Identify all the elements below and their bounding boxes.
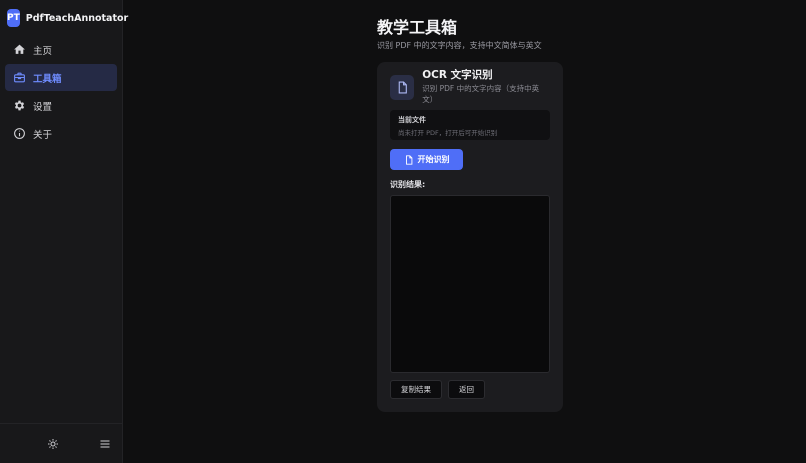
page-subtitle: 识别 PDF 中的文字内容，支持中文简体与英文 [377, 41, 542, 50]
sidebar-item-about[interactable]: 关于 [5, 120, 117, 147]
sun-icon[interactable] [46, 437, 60, 451]
start-ocr-label: 开始识别 [417, 155, 450, 164]
sidebar-nav: 主页 工具箱 设置 关于 [0, 36, 122, 148]
page-header: 教学工具箱 识别 PDF 中的文字内容，支持中文简体与英文 [377, 18, 542, 51]
brand-name: PdfTeachAnnotator [25, 12, 129, 24]
current-file-hint: 尚未打开 PDF，打开后可开始识别 [398, 129, 498, 137]
current-file-label: 当前文件 [398, 116, 426, 124]
sidebar-item-label: 主页 [33, 45, 53, 57]
result-label: 识别结果: [390, 180, 426, 189]
start-ocr-button[interactable]: 开始识别 [390, 149, 463, 170]
sidebar-item-label: 设置 [33, 101, 53, 113]
menu-icon[interactable] [98, 437, 112, 451]
sidebar-item-toolbox[interactable]: 工具箱 [5, 64, 117, 91]
current-file-panel: 当前文件 尚未打开 PDF，打开后可开始识别 [390, 110, 550, 140]
toolbox-icon [12, 71, 26, 85]
page-title: 教学工具箱 [377, 18, 458, 37]
card-title: OCR 文字识别 [422, 69, 493, 81]
sidebar-item-label: 关于 [33, 129, 53, 141]
info-icon [12, 127, 26, 141]
app-window: PT PdfTeachAnnotator 主页 工具箱 设置 关于 教学工具箱 … [0, 0, 806, 463]
sidebar-footer [0, 423, 122, 463]
copy-result-button[interactable]: 复制结果 [390, 380, 442, 399]
card-actions: 复制结果 返回 [390, 380, 550, 399]
back-button[interactable]: 返回 [448, 380, 485, 399]
card-header: OCR 文字识别 识别 PDF 中的文字内容（支持中英文） [390, 69, 550, 104]
main-content: 教学工具箱 识别 PDF 中的文字内容，支持中文简体与英文 OCR 文字识别 识… [123, 0, 806, 463]
gear-icon [12, 99, 26, 113]
card-description: 识别 PDF 中的文字内容（支持中英文） [422, 84, 540, 104]
result-textarea[interactable] [390, 195, 550, 373]
document-icon [404, 154, 414, 165]
sidebar: PT PdfTeachAnnotator 主页 工具箱 设置 关于 [0, 0, 128, 463]
document-icon [390, 74, 415, 100]
sidebar-item-settings[interactable]: 设置 [5, 92, 117, 119]
home-icon [12, 43, 26, 57]
ocr-card: OCR 文字识别 识别 PDF 中的文字内容（支持中英文） 当前文件 尚未打开 … [377, 62, 563, 412]
sidebar-item-home[interactable]: 主页 [5, 36, 117, 63]
sidebar-item-label: 工具箱 [33, 73, 62, 85]
brand-logo: PT [7, 9, 20, 27]
brand: PT PdfTeachAnnotator [0, 0, 128, 36]
